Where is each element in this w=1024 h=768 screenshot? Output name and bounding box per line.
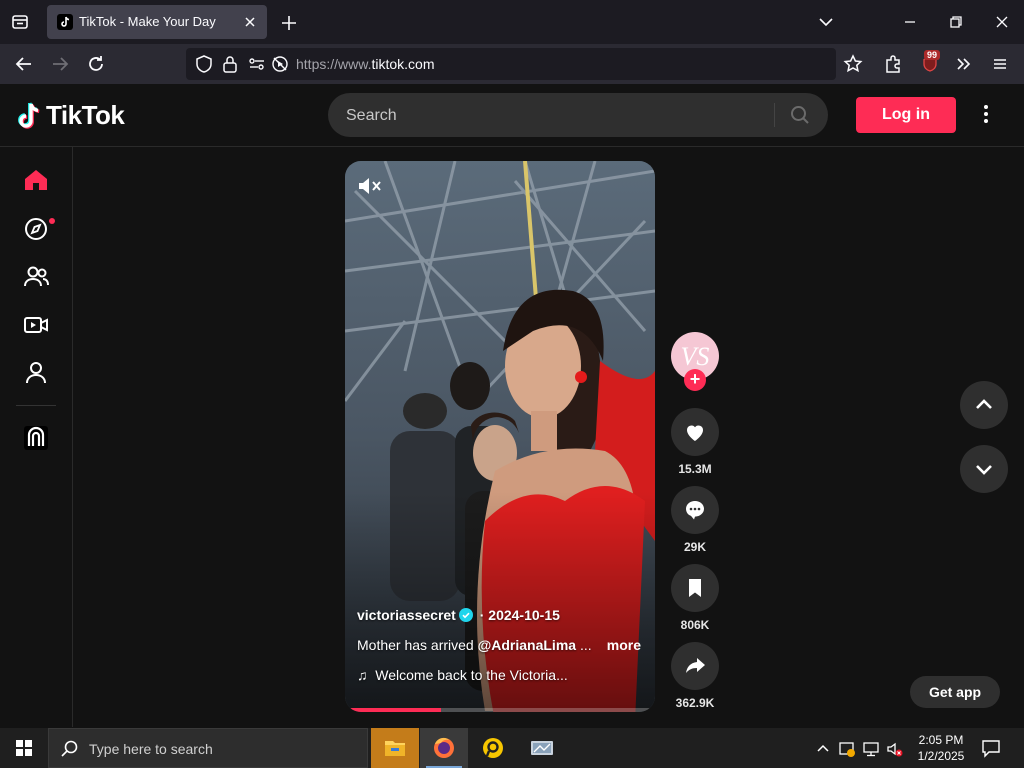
share-arrow-icon <box>686 658 705 673</box>
chevron-up-icon <box>976 399 992 409</box>
tab-overflow-chevron-icon[interactable] <box>814 10 838 34</box>
show-hidden-icons-chevron-icon[interactable] <box>814 740 832 758</box>
reload-icon[interactable] <box>84 52 108 76</box>
search-input[interactable] <box>344 103 768 129</box>
more-button[interactable]: more <box>607 637 641 653</box>
tab-title: TikTok - Make Your Day <box>79 14 216 29</box>
video-progress-bar[interactable] <box>345 708 655 712</box>
previous-video-button[interactable] <box>960 381 1008 429</box>
pinned-app-icon[interactable] <box>469 728 517 768</box>
comment-button[interactable] <box>671 486 719 534</box>
like-count: 15.3M <box>678 462 712 476</box>
autoplay-blocked-icon[interactable] <box>268 52 292 76</box>
system-clock[interactable]: 2:05 PM 1/2/2025 <box>906 732 976 764</box>
tiktok-logo[interactable]: TikTok <box>16 100 125 132</box>
music-title: Welcome back to the Victoria... <box>375 667 568 683</box>
url-text: https://www.tiktok.com <box>296 56 435 72</box>
tiktok-header: TikTok Log in <box>0 84 1024 147</box>
live-video-icon[interactable] <box>20 309 52 341</box>
music-note-icon: ♫ <box>357 667 368 683</box>
following-users-icon[interactable] <box>20 261 52 293</box>
bookmark-star-icon[interactable] <box>841 52 865 76</box>
like-button[interactable] <box>671 408 719 456</box>
overflow-chevrons-icon[interactable] <box>952 52 976 76</box>
comment-count: 29K <box>683 540 706 554</box>
tiktok-page: TikTok Log in <box>0 84 1024 727</box>
login-button[interactable]: Log in <box>856 97 956 133</box>
author-username[interactable]: victoriassecret <box>357 607 456 623</box>
close-tab-icon[interactable] <box>241 13 259 31</box>
close-window-icon[interactable] <box>990 10 1014 34</box>
post-date: · 2024-10-15 <box>475 607 560 623</box>
clock-time: 2:05 PM <box>918 733 964 747</box>
video-progress-fill <box>345 708 442 712</box>
follow-plus-icon[interactable]: + <box>684 369 706 391</box>
sidebar-separator <box>16 405 56 406</box>
new-tab-icon[interactable] <box>278 12 300 34</box>
browser-nav-bar: https://www.tiktok.com 99 <box>0 44 1024 84</box>
heart-icon <box>687 425 703 441</box>
clock-date: 1/2/2025 <box>917 749 965 763</box>
mute-speaker-icon[interactable] <box>357 175 383 197</box>
tab-tiktok[interactable]: TikTok - Make Your Day <box>47 5 267 39</box>
volume-muted-icon[interactable] <box>886 740 904 758</box>
browser-tab-bar: TikTok - Make Your Day <box>0 0 1024 44</box>
network-app-icon[interactable] <box>518 728 566 768</box>
permissions-icon[interactable] <box>246 52 270 76</box>
extension-badge: 99 <box>924 50 941 60</box>
share-button[interactable] <box>671 642 719 690</box>
profile-icon[interactable] <box>20 357 52 389</box>
back-arrow-icon[interactable] <box>12 52 36 76</box>
left-sidebar <box>0 146 73 727</box>
chevron-down-icon <box>976 465 992 475</box>
address-bar[interactable]: https://www.tiktok.com <box>186 48 836 80</box>
svg-text:VS: VS <box>681 342 710 371</box>
music-line[interactable]: ♫ Welcome back to the Victoria... <box>357 667 647 683</box>
verified-badge-icon <box>458 608 473 622</box>
save-button[interactable] <box>671 564 719 612</box>
forward-arrow-icon[interactable] <box>48 52 72 76</box>
description-ellipsis: ... <box>576 637 592 653</box>
search-divider <box>774 103 775 127</box>
explore-notification-dot <box>49 218 55 224</box>
search-icon[interactable] <box>788 103 812 127</box>
windows-start-icon[interactable] <box>0 728 48 768</box>
taskbar-search-box[interactable]: Type here to search <box>48 728 368 768</box>
tiktok-note-icon <box>18 102 40 129</box>
video-author-line: victoriassecret · 2024-10-15 <box>357 607 647 623</box>
description-text: Mother has arrived <box>357 637 478 653</box>
comment-bubble-icon <box>686 501 704 520</box>
more-options-icon[interactable] <box>976 102 996 126</box>
taskbar-search-placeholder: Type here to search <box>89 741 213 757</box>
taskbar-search-icon <box>59 738 81 760</box>
tracking-shield-icon[interactable] <box>192 52 216 76</box>
share-count: 362.9K <box>675 696 715 710</box>
home-icon[interactable] <box>20 164 52 196</box>
list-all-tabs-icon[interactable] <box>8 10 32 34</box>
next-video-button[interactable] <box>960 445 1008 493</box>
notification-center-icon[interactable] <box>980 738 1002 758</box>
hamburger-menu-icon[interactable] <box>988 52 1012 76</box>
lock-icon[interactable] <box>218 52 242 76</box>
search-bar <box>328 93 828 137</box>
video-player[interactable]: victoriassecret · 2024-10-15 Mother has … <box>345 161 655 712</box>
save-count: 806K <box>680 618 710 632</box>
network-monitor-icon[interactable] <box>862 740 880 758</box>
video-description: Mother has arrived @AdrianaLima ... <box>357 637 647 653</box>
creator-tools-icon[interactable] <box>20 422 52 454</box>
windows-taskbar: Type here to search 2:05 PM 1/2/2025 <box>0 728 1024 768</box>
tiktok-favicon-icon <box>57 14 73 30</box>
tray-app-icon[interactable] <box>838 740 856 758</box>
restore-window-icon[interactable] <box>944 10 968 34</box>
video-frame <box>345 161 655 712</box>
explore-compass-icon[interactable] <box>20 213 52 245</box>
get-app-button[interactable]: Get app <box>910 676 1000 708</box>
minimize-window-icon[interactable] <box>898 10 922 34</box>
firefox-icon[interactable] <box>420 728 468 768</box>
extensions-puzzle-icon[interactable] <box>881 52 905 76</box>
bookmark-icon <box>689 579 701 597</box>
mention-link[interactable]: @AdrianaLima <box>478 637 576 653</box>
logo-text: TikTok <box>46 100 125 130</box>
file-explorer-icon[interactable] <box>371 728 419 768</box>
